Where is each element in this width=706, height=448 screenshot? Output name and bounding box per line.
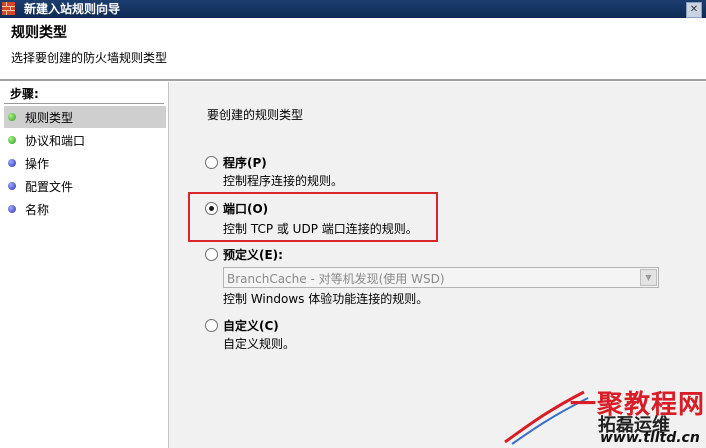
program-option-label[interactable]: 程序(P) [223, 154, 267, 171]
wizard-header: 规则类型 选择要创建的防火墙规则类型 [0, 18, 706, 79]
steps-header: 步骤: [10, 87, 39, 101]
chevron-down-icon[interactable]: ▼ [640, 269, 657, 286]
step-complete-icon [8, 113, 16, 121]
step-item-name[interactable]: 名称 [4, 198, 166, 220]
port-option-description: 控制 TCP 或 UDP 端口连接的规则。 [223, 222, 418, 236]
predefined-rule-select[interactable]: BranchCache - 对等机发现(使用 WSD) ▼ [223, 267, 659, 288]
custom-option-description: 自定义规则。 [223, 337, 296, 351]
port-radio[interactable] [205, 202, 218, 215]
predefined-rule-value: BranchCache - 对等机发现(使用 WSD) [227, 272, 445, 286]
step-item-protocol-ports[interactable]: 协议和端口 [4, 129, 166, 151]
page-title: 规则类型 [11, 25, 67, 41]
step-pending-icon [8, 205, 16, 213]
port-option-label[interactable]: 端口(O) [223, 200, 268, 217]
step-item-profile[interactable]: 配置文件 [4, 175, 166, 197]
step-label: 协议和端口 [25, 134, 86, 148]
window-title: 新建入站规则向导 [24, 2, 121, 16]
watermark: 一聚教程网 拓磊运维 www.tlltd.cn [500, 384, 706, 448]
step-pending-icon [8, 159, 16, 167]
step-item-action[interactable]: 操作 [4, 152, 166, 174]
firewall-icon [2, 2, 15, 15]
title-bar: 新建入站规则向导 ✕ [0, 0, 706, 18]
program-radio[interactable] [205, 156, 218, 169]
step-pending-icon [8, 182, 16, 190]
steps-divider [4, 103, 164, 104]
custom-option-label[interactable]: 自定义(C) [223, 317, 279, 334]
step-complete-icon [8, 136, 16, 144]
predefined-radio[interactable] [205, 248, 218, 261]
close-button[interactable]: ✕ [686, 2, 702, 18]
step-label: 名称 [25, 203, 50, 217]
page-subtitle: 选择要创建的防火墙规则类型 [11, 51, 168, 65]
steps-pane: 步骤: 规则类型 协议和端口 操作 配置文件 名称 [0, 82, 169, 448]
rule-type-heading: 要创建的规则类型 [207, 108, 304, 122]
close-icon: ✕ [689, 4, 699, 15]
step-item-rule-type[interactable]: 规则类型 [4, 106, 166, 128]
predefined-option-description: 控制 Windows 体验功能连接的规则。 [223, 292, 429, 306]
watermark-url: www.tlltd.cn [600, 430, 700, 446]
custom-radio[interactable] [205, 319, 218, 332]
program-option-description: 控制程序连接的规则。 [223, 174, 344, 188]
predefined-option-label[interactable]: 预定义(E): [223, 246, 283, 263]
step-label: 配置文件 [25, 180, 74, 194]
step-label: 操作 [25, 157, 50, 171]
step-label: 规则类型 [25, 111, 74, 125]
